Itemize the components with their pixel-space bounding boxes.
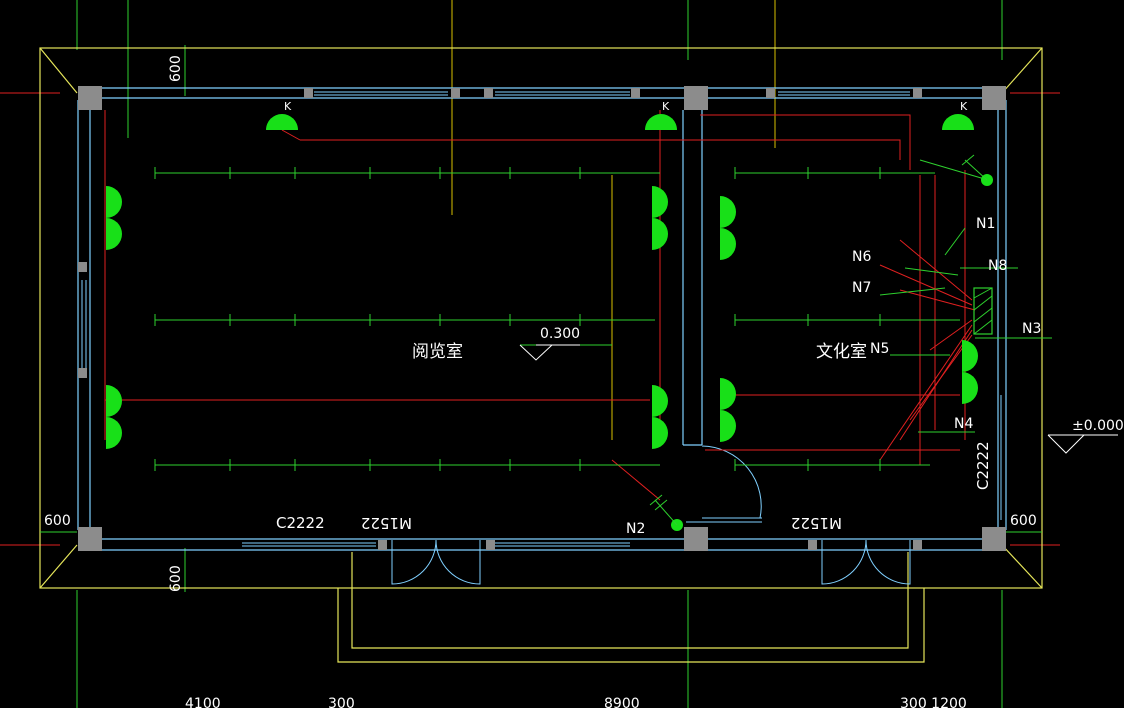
lamp-fixture: [652, 218, 668, 250]
dim-left-offset: 600: [44, 513, 71, 529]
dim-top-offset: 600: [168, 55, 184, 82]
lamp-fixture: [652, 385, 668, 417]
lamp-fixture: [962, 340, 978, 372]
room-label-culture: 文化室: [816, 342, 867, 362]
node-label-n7: N7: [852, 280, 871, 296]
distribution-panel: [973, 287, 993, 335]
door-left-swing-b: [435, 539, 481, 585]
elevation-outer-label: ±0.000: [1072, 418, 1124, 434]
elevation-inner-label: 0.300: [540, 326, 580, 342]
node-label-n1: N1: [976, 216, 995, 232]
window-label-bottom: C2222: [276, 514, 325, 532]
door-right-swing-b: [865, 539, 911, 585]
ceiling-fixtures: [266, 114, 993, 531]
door-label-left: M1522: [361, 514, 412, 532]
lamp-fixture: [106, 218, 122, 250]
dim-bottom-left: 4100: [185, 696, 221, 708]
wiring: [104, 110, 976, 501]
exterior-walls: [77, 87, 1007, 551]
lamp-fixture: [720, 410, 736, 442]
lamp-ticks: [154, 167, 881, 471]
lamp-fixture: [720, 196, 736, 228]
lamp-fixture: [962, 372, 978, 404]
lamp-fixture: [652, 186, 668, 218]
lamp-fixture: [106, 385, 122, 417]
node-label-n8: N8: [988, 258, 1007, 274]
node-label-n6: N6: [852, 249, 871, 265]
dim-right-offset: 600: [1010, 513, 1037, 529]
lamp-fixture: [106, 186, 122, 218]
axis-lines: [0, 0, 1060, 546]
lamp-fixture: [720, 378, 736, 410]
door-interior-swing: [701, 445, 762, 519]
floor-plan-canvas: 阅览室 文化室 0.300 ±0.000 600 600 600 600 410…: [0, 0, 1124, 708]
columns: [78, 86, 1006, 551]
ceiling-lamp: [266, 114, 298, 130]
node-label-n4: N4: [954, 416, 973, 432]
node-label-n5: N5: [870, 341, 889, 357]
wall-lamp-fixtures: [106, 186, 978, 449]
node-label-n2: N2: [626, 521, 645, 537]
dim-bottom-mid: 8900: [604, 696, 640, 708]
room-label-reading: 阅览室: [412, 342, 463, 362]
node-label-n3: N3: [1022, 321, 1041, 337]
socket-mark-k3: K: [960, 100, 968, 113]
dim-bottom-right: 300 1200: [900, 696, 967, 708]
lamp-fixture: [720, 228, 736, 260]
ceiling-lamp: [942, 114, 974, 130]
door-right-swing-a: [821, 539, 867, 585]
dim-bottom-300a: 300: [328, 696, 355, 708]
ceiling-lamp: [645, 114, 677, 130]
door-label-right: M1522: [791, 514, 842, 532]
windows: [81, 91, 1002, 547]
door-left-swing-a: [391, 539, 437, 585]
lamp-fixture: [106, 417, 122, 449]
lamp-lines: [155, 159, 1052, 466]
dim-bottom-offset: 600: [168, 565, 184, 592]
switch-symbols: [649, 154, 988, 526]
window-label-right: C2222: [974, 441, 992, 490]
socket-mark-k2: K: [662, 100, 670, 113]
socket-mark-k1: K: [284, 100, 292, 113]
lamp-fixture: [652, 417, 668, 449]
